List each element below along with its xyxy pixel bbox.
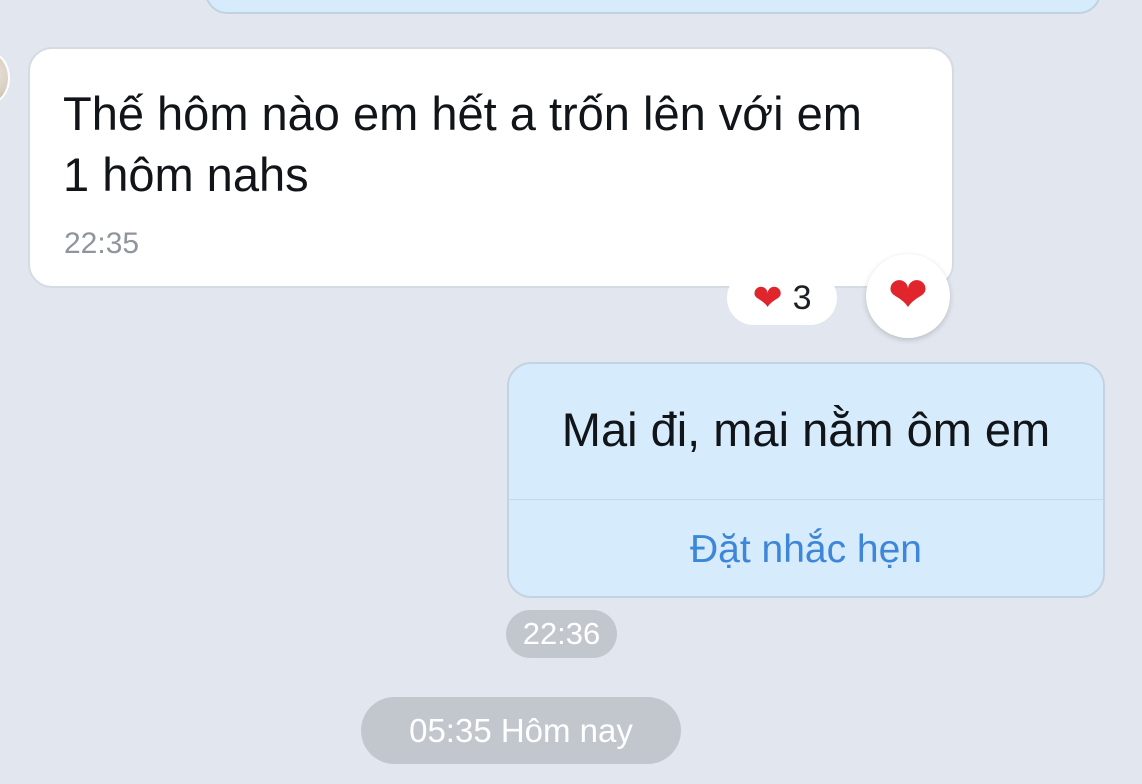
reaction-summary[interactable]: ❤ 3 xyxy=(727,271,837,325)
incoming-message-line-1: Thế hôm nào em hết a trốn lên với em xyxy=(63,87,862,140)
heart-icon: ❤ xyxy=(752,277,783,318)
incoming-message-bubble[interactable]: Thế hôm nào em hết a trốn lên với em 1 hô… xyxy=(28,47,954,288)
heart-icon: ❤ xyxy=(887,269,929,322)
set-reminder-button[interactable]: Đặt nhắc hẹn xyxy=(509,526,1103,574)
react-button[interactable]: ❤ xyxy=(866,254,950,338)
outgoing-message-time: 22:36 xyxy=(506,610,617,658)
incoming-message-line-2: 1 hôm nahs xyxy=(63,148,309,201)
outgoing-message-text: Mai đi, mai nằm ôm em xyxy=(561,403,1051,456)
avatar[interactable] xyxy=(0,52,10,104)
date-divider: 05:35 Hôm nay xyxy=(361,697,681,764)
reaction-count: 3 xyxy=(792,278,812,317)
incoming-message-text: Thế hôm nào em hết a trốn lên với em 1 hô… xyxy=(63,83,933,205)
bubble-divider xyxy=(509,499,1103,500)
incoming-message-time: 22:35 xyxy=(64,227,140,260)
outgoing-message-bubble[interactable]: Mai đi, mai nằm ôm em Đặt nhắc hẹn xyxy=(507,362,1105,598)
previous-message-bubble[interactable] xyxy=(205,0,1101,14)
